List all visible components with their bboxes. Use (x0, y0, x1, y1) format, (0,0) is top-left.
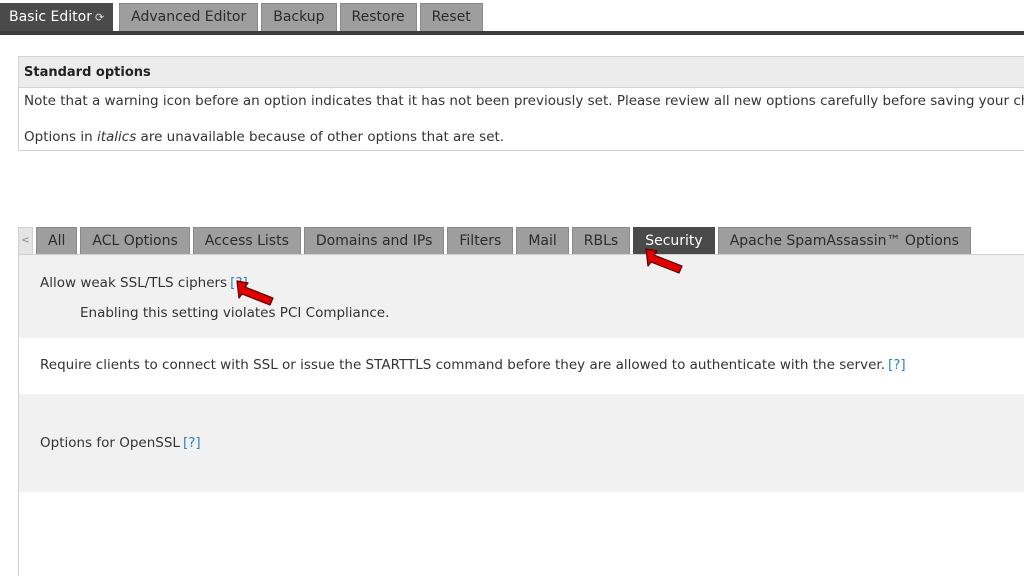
option-row-require-ssl: Require clients to connect with SSL or i… (19, 338, 1024, 394)
tab-domains-and-ips[interactable]: Domains and IPs (303, 227, 445, 255)
security-options-content: Allow weak SSL/TLS ciphers[?] Enabling t… (18, 254, 1024, 576)
section-tabs: < All ACL Options Access Lists Domains a… (18, 227, 974, 255)
italics-note: Options in italics are unavailable becau… (24, 129, 504, 145)
tab-apache-spamassassin-options[interactable]: Apache SpamAssassin™ Options (717, 227, 971, 255)
tab-restore[interactable]: Restore (339, 3, 417, 31)
openssl-label-text: Options for OpenSSL (40, 435, 180, 451)
require-ssl-label-text: Require clients to connect with SSL or i… (40, 357, 885, 373)
tab-backup[interactable]: Backup (261, 3, 337, 31)
option-label-weak-ciphers: Allow weak SSL/TLS ciphers[?] (40, 275, 248, 291)
tab-divider-bar (0, 31, 1024, 35)
tab-rbls[interactable]: RBLs (571, 227, 631, 255)
tab-access-lists[interactable]: Access Lists (192, 227, 301, 255)
option-label-openssl: Options for OpenSSL [?] (40, 435, 201, 451)
editor-tabs: Basic Editor ⟳ Advanced Editor Backup Re… (0, 3, 486, 31)
help-link-openssl[interactable]: [?] (183, 435, 201, 451)
standard-options-panel: Standard options Note that a warning ico… (18, 56, 1024, 151)
tab-reset[interactable]: Reset (419, 3, 483, 31)
weak-ciphers-label-text: Allow weak SSL/TLS ciphers (40, 275, 228, 291)
warning-note: Note that a warning icon before an optio… (24, 93, 1024, 109)
italics-note-suffix: are unavailable because of other options… (136, 129, 505, 145)
option-row-openssl: Options for OpenSSL [?] (19, 394, 1024, 492)
option-row-weak-ciphers: Allow weak SSL/TLS ciphers[?] Enabling t… (19, 255, 1024, 338)
italics-note-prefix: Options in (24, 129, 97, 145)
tab-basic-editor[interactable]: Basic Editor ⟳ (0, 3, 114, 31)
refresh-icon[interactable]: ⟳ (95, 4, 104, 31)
red-pointer-arrow-icon (236, 280, 274, 306)
tab-advanced-editor[interactable]: Advanced Editor (119, 3, 259, 31)
red-pointer-arrow-icon (645, 248, 683, 274)
tab-all[interactable]: All (36, 227, 78, 255)
help-link-require-ssl[interactable]: [?] (888, 357, 906, 373)
standard-options-header: Standard options (19, 57, 1024, 88)
option-label-require-ssl: Require clients to connect with SSL or i… (40, 357, 906, 373)
scroll-left-button[interactable]: < (18, 227, 33, 255)
tab-acl-options[interactable]: ACL Options (80, 227, 190, 255)
tab-basic-editor-label: Basic Editor (9, 9, 92, 25)
tab-mail[interactable]: Mail (516, 227, 569, 255)
tab-filters[interactable]: Filters (447, 227, 514, 255)
italics-word: italics (96, 129, 137, 145)
